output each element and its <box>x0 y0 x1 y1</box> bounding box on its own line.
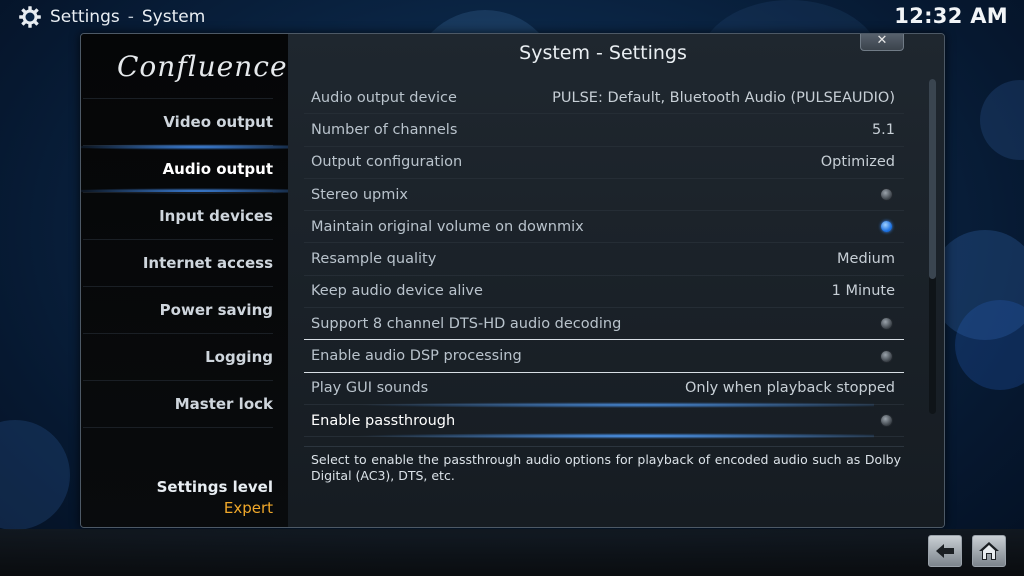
sidebar-item-video-output[interactable]: Video output <box>83 98 273 145</box>
setting-label: Enable passthrough <box>311 412 456 429</box>
back-button[interactable] <box>928 535 962 567</box>
setting-value: Only when playback stopped <box>684 380 895 397</box>
setting-maintain-volume-downmix[interactable]: Maintain original volume on downmix <box>304 211 904 244</box>
sidebar: Confluence Video output Audio output Inp… <box>81 34 288 527</box>
setting-dts-hd-decoding[interactable]: Support 8 channel DTS-HD audio decoding <box>304 308 904 341</box>
settings-level-button[interactable]: Settings level Expert <box>157 478 273 517</box>
dialog-title: System - Settings <box>519 42 687 64</box>
scrollbar-thumb[interactable] <box>929 79 936 279</box>
toggle-on-icon[interactable] <box>881 221 892 233</box>
setting-audio-output-device[interactable]: Audio output device PULSE: Default, Blue… <box>304 82 904 115</box>
gear-icon <box>18 5 42 29</box>
sidebar-item-power-saving[interactable]: Power saving <box>83 286 273 333</box>
sidebar-item-internet-access[interactable]: Internet access <box>83 239 273 286</box>
setting-label: Audio output device <box>311 89 457 106</box>
sidebar-spacer <box>83 427 273 474</box>
setting-resample-quality[interactable]: Resample quality Medium <box>304 243 904 276</box>
setting-label: Maintain original volume on downmix <box>311 218 584 235</box>
background-bokeh <box>980 80 1024 160</box>
settings-content: System - Settings ✕ Audio output device … <box>288 34 944 527</box>
setting-play-gui-sounds[interactable]: Play GUI sounds Only when playback stopp… <box>304 373 904 405</box>
clock: 12:32 AM <box>894 4 1008 28</box>
setting-label: Play GUI sounds <box>311 380 429 397</box>
sidebar-item-audio-output[interactable]: Audio output <box>81 144 288 194</box>
home-icon <box>979 542 999 560</box>
sidebar-item-input-devices[interactable]: Input devices <box>83 192 273 239</box>
setting-label: Keep audio device alive <box>311 283 483 300</box>
setting-value: Optimized <box>820 154 895 171</box>
setting-audio-dsp[interactable]: Enable audio DSP processing <box>304 340 904 373</box>
close-button[interactable]: ✕ <box>860 34 904 51</box>
settings-level-value: Expert <box>223 499 273 517</box>
toggle-off-icon[interactable] <box>881 189 892 201</box>
home-button[interactable] <box>972 535 1006 567</box>
setting-label: Output configuration <box>311 154 463 171</box>
setting-label: Resample quality <box>311 251 437 268</box>
setting-label: Enable audio DSP processing <box>311 348 522 365</box>
setting-output-configuration[interactable]: Output configuration Optimized <box>304 147 904 179</box>
back-arrow-icon <box>936 544 954 558</box>
sidebar-item-logging[interactable]: Logging <box>83 333 273 380</box>
background-bokeh <box>955 300 1024 390</box>
sidebar-item-master-lock[interactable]: Master lock <box>83 380 273 427</box>
toggle-off-icon[interactable] <box>881 350 892 362</box>
header-breadcrumb: Settings - System <box>18 4 205 30</box>
scrollbar[interactable] <box>929 79 936 414</box>
confluence-logo: Confluence <box>117 50 288 83</box>
bottom-bar <box>0 529 1024 576</box>
setting-value: PULSE: Default, Bluetooth Audio (PULSEAU… <box>552 89 895 106</box>
setting-number-of-channels[interactable]: Number of channels 5.1 <box>304 114 904 147</box>
setting-label: Support 8 channel DTS-HD audio decoding <box>311 315 622 332</box>
settings-level-label: Settings level <box>156 478 273 496</box>
setting-label: Number of channels <box>311 121 458 138</box>
header-separator: - <box>127 7 134 27</box>
setting-value: 5.1 <box>871 121 895 138</box>
header-subsection: System <box>141 7 206 27</box>
toggle-off-icon[interactable] <box>881 318 892 330</box>
setting-enable-passthrough[interactable]: Enable passthrough <box>304 401 904 440</box>
header-section: Settings <box>50 7 120 27</box>
settings-list: Audio output device PULSE: Default, Blue… <box>304 82 904 440</box>
setting-stereo-upmix[interactable]: Stereo upmix <box>304 179 904 212</box>
setting-keep-audio-device-alive[interactable]: Keep audio device alive 1 Minute <box>304 276 904 309</box>
settings-dialog: Confluence Video output Audio output Inp… <box>80 33 945 528</box>
description-divider <box>304 446 904 447</box>
setting-value: 1 Minute <box>831 283 895 300</box>
background-bokeh <box>0 420 70 530</box>
toggle-off-icon[interactable] <box>881 415 892 427</box>
setting-description: Select to enable the passthrough audio o… <box>311 452 901 483</box>
setting-label: Stereo upmix <box>311 186 408 203</box>
setting-value: Medium <box>837 251 895 268</box>
